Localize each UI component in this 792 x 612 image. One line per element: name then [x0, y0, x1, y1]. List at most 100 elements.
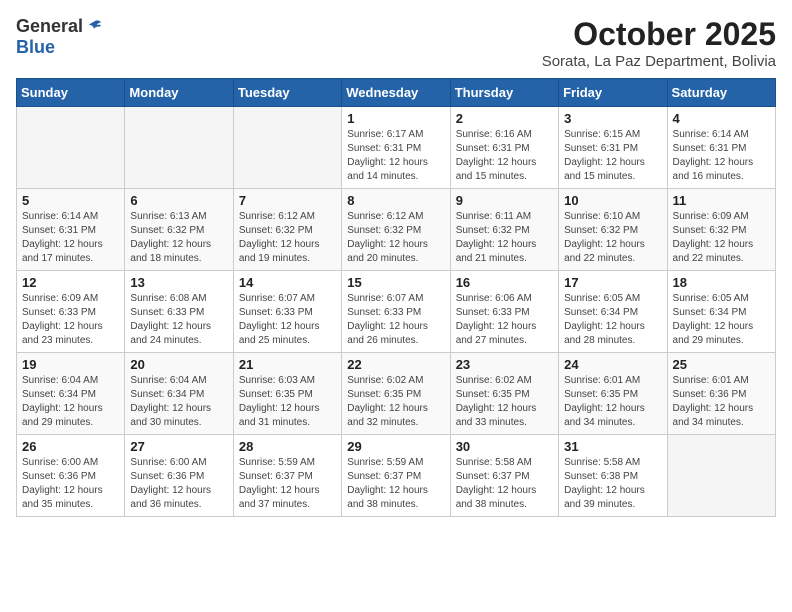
table-row: 24 Sunrise: 6:01 AMSunset: 6:35 PMDayligh…: [559, 353, 667, 435]
table-row: 22 Sunrise: 6:02 AMSunset: 6:35 PMDayligh…: [342, 353, 450, 435]
table-row: 4 Sunrise: 6:14 AMSunset: 6:31 PMDaylight…: [667, 107, 775, 189]
day-number: 2: [456, 111, 553, 126]
table-row: 3 Sunrise: 6:15 AMSunset: 6:31 PMDaylight…: [559, 107, 667, 189]
day-info: Sunrise: 6:10 AMSunset: 6:32 PMDaylight:…: [564, 210, 661, 266]
day-info: Sunrise: 6:07 AMSunset: 6:33 PMDaylight:…: [239, 292, 336, 348]
day-number: 31: [564, 439, 661, 454]
table-row: 2 Sunrise: 6:16 AMSunset: 6:31 PMDaylight…: [450, 107, 558, 189]
table-row: 29 Sunrise: 5:59 AMSunset: 6:37 PMDayligh…: [342, 435, 450, 517]
calendar-week-1: 1Sunrise: 6:17 AMSunset: 6:31 PMDaylight…: [17, 107, 776, 189]
day-info: Sunrise: 6:15 AMSunset: 6:31 PMDaylight:…: [564, 128, 661, 184]
day-info: Sunrise: 6:03 AMSunset: 6:35 PMDaylight:…: [239, 374, 336, 430]
calendar-header-row: Sunday Monday Tuesday Wednesday Thursday…: [17, 79, 776, 107]
day-info: Sunrise: 6:00 AMSunset: 6:36 PMDaylight:…: [130, 456, 227, 512]
table-row: [125, 107, 233, 189]
day-number: 22: [347, 357, 444, 372]
day-number: 3: [564, 111, 661, 126]
day-info: Sunrise: 6:06 AMSunset: 6:33 PMDaylight:…: [456, 292, 553, 348]
day-info: Sunrise: 6:04 AMSunset: 6:34 PMDaylight:…: [22, 374, 119, 430]
calendar-week-5: 26 Sunrise: 6:00 AMSunset: 6:36 PMDayligh…: [17, 435, 776, 517]
logo: General Blue: [16, 16, 103, 58]
day-number: 5: [22, 193, 119, 208]
calendar-title: October 2025: [542, 16, 776, 53]
table-row: 30 Sunrise: 5:58 AMSunset: 6:37 PMDayligh…: [450, 435, 558, 517]
day-info: Sunrise: 6:14 AMSunset: 6:31 PMDaylight:…: [673, 128, 770, 184]
header-friday: Friday: [559, 79, 667, 107]
day-info: Sunrise: 5:59 AMSunset: 6:37 PMDaylight:…: [239, 456, 336, 512]
day-info: Sunrise: 6:05 AMSunset: 6:34 PMDaylight:…: [673, 292, 770, 348]
table-row: 10 Sunrise: 6:10 AMSunset: 6:32 PMDayligh…: [559, 189, 667, 271]
day-number: 13: [130, 275, 227, 290]
header-sunday: Sunday: [17, 79, 125, 107]
table-row: 14 Sunrise: 6:07 AMSunset: 6:33 PMDayligh…: [233, 271, 341, 353]
table-row: 16Sunrise: 6:06 AMSunset: 6:33 PMDayligh…: [450, 271, 558, 353]
table-row: 28 Sunrise: 5:59 AMSunset: 6:37 PMDayligh…: [233, 435, 341, 517]
day-number: 10: [564, 193, 661, 208]
table-row: 8 Sunrise: 6:12 AMSunset: 6:32 PMDaylight…: [342, 189, 450, 271]
day-number: 11: [673, 193, 770, 208]
day-info: Sunrise: 6:17 AMSunset: 6:31 PMDaylight:…: [347, 128, 444, 184]
table-row: [233, 107, 341, 189]
day-number: 17: [564, 275, 661, 290]
header-saturday: Saturday: [667, 79, 775, 107]
day-info: Sunrise: 5:58 AMSunset: 6:38 PMDaylight:…: [564, 456, 661, 512]
day-info: Sunrise: 6:08 AMSunset: 6:33 PMDaylight:…: [130, 292, 227, 348]
day-number: 25: [673, 357, 770, 372]
table-row: [17, 107, 125, 189]
day-number: 21: [239, 357, 336, 372]
calendar-week-4: 19 Sunrise: 6:04 AMSunset: 6:34 PMDayligh…: [17, 353, 776, 435]
header: General Blue October 2025 Sorata, La Paz…: [16, 16, 776, 70]
day-number: 26: [22, 439, 119, 454]
day-info: Sunrise: 6:12 AMSunset: 6:32 PMDaylight:…: [347, 210, 444, 266]
day-number: 27: [130, 439, 227, 454]
day-number: 28: [239, 439, 336, 454]
calendar-week-3: 12Sunrise: 6:09 AMSunset: 6:33 PMDayligh…: [17, 271, 776, 353]
day-number: 19: [22, 357, 119, 372]
day-info: Sunrise: 5:59 AMSunset: 6:37 PMDaylight:…: [347, 456, 444, 512]
table-row: 27 Sunrise: 6:00 AMSunset: 6:36 PMDayligh…: [125, 435, 233, 517]
day-info: Sunrise: 6:02 AMSunset: 6:35 PMDaylight:…: [456, 374, 553, 430]
day-info: Sunrise: 6:13 AMSunset: 6:32 PMDaylight:…: [130, 210, 227, 266]
day-info: Sunrise: 6:01 AMSunset: 6:35 PMDaylight:…: [564, 374, 661, 430]
day-number: 4: [673, 111, 770, 126]
day-number: 30: [456, 439, 553, 454]
table-row: 31 Sunrise: 5:58 AMSunset: 6:38 PMDayligh…: [559, 435, 667, 517]
logo-general-text: General: [16, 16, 83, 37]
day-number: 14: [239, 275, 336, 290]
day-number: 23: [456, 357, 553, 372]
table-row: 26 Sunrise: 6:00 AMSunset: 6:36 PMDayligh…: [17, 435, 125, 517]
day-info: Sunrise: 6:16 AMSunset: 6:31 PMDaylight:…: [456, 128, 553, 184]
day-info: Sunrise: 6:02 AMSunset: 6:35 PMDaylight:…: [347, 374, 444, 430]
logo-bird-icon: [85, 18, 103, 36]
table-row: 25Sunrise: 6:01 AMSunset: 6:36 PMDayligh…: [667, 353, 775, 435]
table-row: 9Sunrise: 6:11 AMSunset: 6:32 PMDaylight…: [450, 189, 558, 271]
header-thursday: Thursday: [450, 79, 558, 107]
calendar-table: Sunday Monday Tuesday Wednesday Thursday…: [16, 78, 776, 517]
day-info: Sunrise: 6:00 AMSunset: 6:36 PMDaylight:…: [22, 456, 119, 512]
table-row: 23 Sunrise: 6:02 AMSunset: 6:35 PMDayligh…: [450, 353, 558, 435]
calendar-subtitle: Sorata, La Paz Department, Bolivia: [542, 53, 776, 70]
calendar-week-2: 5Sunrise: 6:14 AMSunset: 6:31 PMDaylight…: [17, 189, 776, 271]
header-tuesday: Tuesday: [233, 79, 341, 107]
table-row: 15Sunrise: 6:07 AMSunset: 6:33 PMDayligh…: [342, 271, 450, 353]
table-row: 5Sunrise: 6:14 AMSunset: 6:31 PMDaylight…: [17, 189, 125, 271]
day-info: Sunrise: 6:09 AMSunset: 6:33 PMDaylight:…: [22, 292, 119, 348]
day-number: 6: [130, 193, 227, 208]
day-number: 29: [347, 439, 444, 454]
day-info: Sunrise: 6:07 AMSunset: 6:33 PMDaylight:…: [347, 292, 444, 348]
day-info: Sunrise: 6:11 AMSunset: 6:32 PMDaylight:…: [456, 210, 553, 266]
table-row: 6 Sunrise: 6:13 AMSunset: 6:32 PMDaylight…: [125, 189, 233, 271]
table-row: 7Sunrise: 6:12 AMSunset: 6:32 PMDaylight…: [233, 189, 341, 271]
table-row: 1Sunrise: 6:17 AMSunset: 6:31 PMDaylight…: [342, 107, 450, 189]
day-number: 8: [347, 193, 444, 208]
header-monday: Monday: [125, 79, 233, 107]
table-row: 21 Sunrise: 6:03 AMSunset: 6:35 PMDayligh…: [233, 353, 341, 435]
day-info: Sunrise: 6:09 AMSunset: 6:32 PMDaylight:…: [673, 210, 770, 266]
table-row: [667, 435, 775, 517]
day-info: Sunrise: 6:04 AMSunset: 6:34 PMDaylight:…: [130, 374, 227, 430]
logo-blue-text: Blue: [16, 37, 55, 57]
header-wednesday: Wednesday: [342, 79, 450, 107]
day-number: 24: [564, 357, 661, 372]
day-info: Sunrise: 6:05 AMSunset: 6:34 PMDaylight:…: [564, 292, 661, 348]
day-info: Sunrise: 5:58 AMSunset: 6:37 PMDaylight:…: [456, 456, 553, 512]
